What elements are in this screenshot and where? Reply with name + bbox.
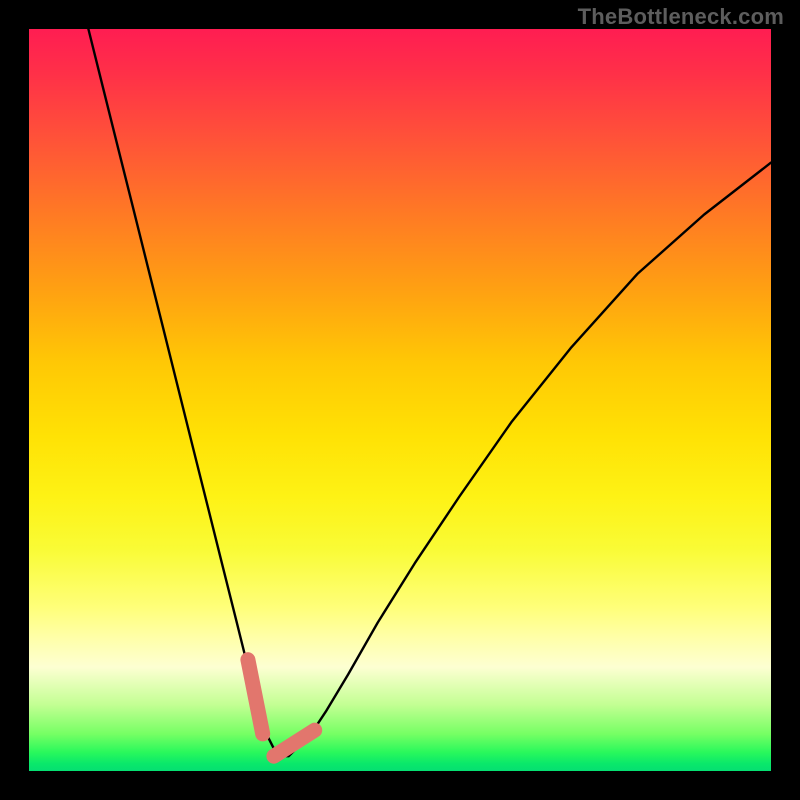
watermark-label: TheBottleneck.com	[578, 4, 784, 30]
chart-plot-area	[29, 29, 771, 771]
highlight-right-near-min	[274, 730, 315, 756]
highlight-left-near-min	[248, 660, 263, 734]
chart-frame: TheBottleneck.com	[0, 0, 800, 800]
highlight-segments	[248, 660, 315, 757]
chart-svg	[29, 29, 771, 771]
bottleneck-curve	[88, 29, 771, 756]
